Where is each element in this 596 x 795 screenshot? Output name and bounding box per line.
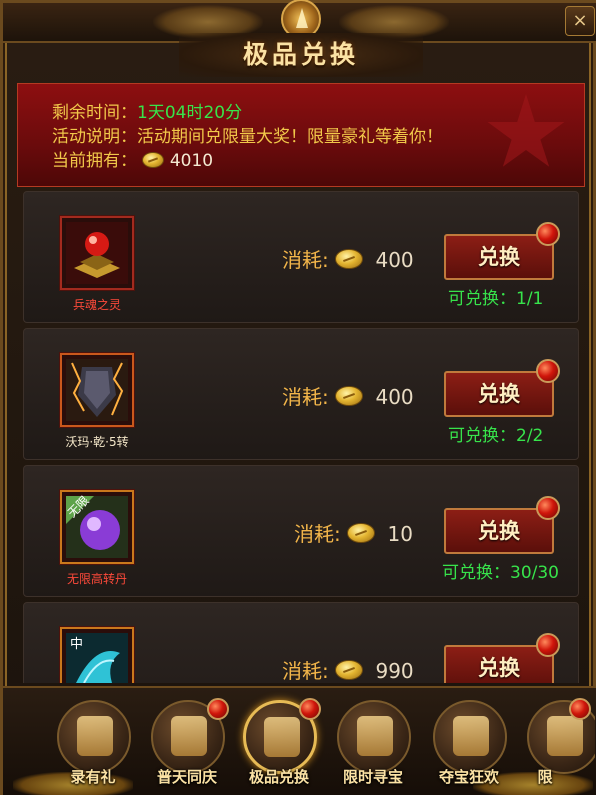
notification-dot-icon bbox=[569, 698, 591, 720]
description-value: 活动期间兑限量大奖！限量豪礼等着你！ bbox=[137, 127, 443, 147]
nav-item-treasure-hunt[interactable]: 限时寻宝 bbox=[327, 696, 419, 795]
item-name: 兵魂之灵 bbox=[72, 298, 121, 312]
gift-bag-icon bbox=[57, 700, 131, 774]
cost-display: 消耗: 990 bbox=[282, 655, 414, 683]
cost-label: 消耗: bbox=[282, 385, 329, 409]
item-slot[interactable] bbox=[60, 353, 134, 427]
nav-label: 普天同庆 bbox=[156, 768, 217, 786]
cost-label: 消耗: bbox=[294, 522, 341, 546]
notification-dot-icon bbox=[299, 698, 321, 720]
cost-value: 990 bbox=[375, 659, 414, 683]
description-line: 活动说明：活动期间兑限量大奖！限量豪礼等着你！ bbox=[52, 122, 443, 147]
nav-label: 限时寻宝 bbox=[342, 768, 403, 786]
cost-label: 消耗: bbox=[282, 659, 329, 683]
cost-label: 消耗: bbox=[282, 248, 329, 272]
notification-dot-icon bbox=[536, 633, 560, 657]
cost-value: 400 bbox=[375, 248, 414, 272]
remaining-count: 可兑换：1/1 bbox=[448, 289, 544, 309]
info-panel: 剩余时间：1天04时20分 活动说明：活动期间兑限量大奖！限量豪礼等着你！ 当前… bbox=[17, 83, 585, 187]
treasure-chest-icon bbox=[337, 700, 411, 774]
remaining-count: 可兑换：30/30 bbox=[442, 563, 559, 583]
remaining-count: 可兑换：2/2 bbox=[448, 426, 544, 446]
gold-coin-icon bbox=[335, 660, 364, 680]
gold-coin-icon bbox=[335, 249, 364, 269]
title-plate: 极品兑换 bbox=[179, 33, 423, 77]
treasure-altar-icon bbox=[66, 222, 128, 284]
activity-nav-bar: 录有礼 普天同庆 极品兑换 限时寻宝 夺宝狂欢 限 bbox=[3, 686, 596, 795]
notification-dot-icon bbox=[536, 359, 560, 383]
item-name: 无限高转丹 bbox=[66, 572, 127, 586]
notification-dot-icon bbox=[207, 698, 229, 720]
remaining-time-line: 剩余时间：1天04时20分 bbox=[52, 98, 242, 123]
nav-item-limited[interactable]: 限 bbox=[517, 696, 595, 795]
cost-display: 消耗: 400 bbox=[282, 381, 414, 410]
owned-label: 当前拥有： bbox=[52, 151, 137, 171]
exchange-list[interactable]: 兵魂之灵 消耗: 400 兑换 可兑换：1/1 沃玛·乾·5转 消耗: 400 … bbox=[17, 189, 585, 683]
cost-display: 消耗: 400 bbox=[282, 244, 414, 273]
gold-coin-icon bbox=[347, 523, 376, 543]
owned-line: 当前拥有： 4010 bbox=[52, 146, 213, 171]
nav-label: 录有礼 bbox=[70, 768, 116, 786]
dice-icon bbox=[433, 700, 507, 774]
nav-item-exchange[interactable]: 极品兑换 bbox=[233, 696, 325, 795]
cost-display: 消耗: 10 bbox=[294, 518, 413, 547]
notification-dot-icon bbox=[536, 496, 560, 520]
nav-item-carnival[interactable]: 夺宝狂欢 bbox=[423, 696, 515, 795]
exchange-row: 无限 无限高转丹 消耗: 10 兑换 可兑换：30/30 bbox=[23, 465, 579, 597]
nav-item-celebration[interactable]: 普天同庆 bbox=[141, 696, 233, 795]
nav-item-login-gift[interactable]: 录有礼 bbox=[47, 696, 139, 795]
nav-label: 极品兑换 bbox=[248, 768, 309, 786]
close-button[interactable]: × bbox=[565, 6, 595, 36]
cost-value: 10 bbox=[387, 522, 413, 546]
mid-badge: 中 bbox=[70, 637, 84, 652]
item-slot[interactable] bbox=[60, 216, 134, 290]
notification-dot-icon bbox=[536, 222, 560, 246]
item-slot[interactable]: 中 bbox=[60, 627, 134, 683]
lightning-armor-icon bbox=[66, 359, 128, 421]
gold-coin-icon bbox=[335, 386, 364, 406]
gold-coin-icon bbox=[142, 152, 165, 168]
nav-label: 限 bbox=[537, 768, 553, 786]
remaining-time-label: 剩余时间： bbox=[52, 103, 137, 123]
cost-value: 400 bbox=[375, 385, 414, 409]
nav-label: 夺宝狂欢 bbox=[438, 768, 499, 786]
item-slot[interactable]: 无限 bbox=[60, 490, 134, 564]
description-label: 活动说明： bbox=[52, 127, 137, 147]
remaining-time-value: 1天04时20分 bbox=[137, 103, 243, 123]
exchange-row: 中 消耗: 990 兑换 bbox=[23, 602, 579, 683]
page-title: 极品兑换 bbox=[242, 40, 359, 69]
owned-value: 4010 bbox=[169, 151, 214, 171]
exchange-row: 沃玛·乾·5转 消耗: 400 兑换 可兑换：2/2 bbox=[23, 328, 579, 460]
item-name: 沃玛·乾·5转 bbox=[65, 435, 129, 449]
exchange-window: × 极品兑换 剩余时间：1天04时20分 活动说明：活动期间兑限量大奖！限量豪礼… bbox=[0, 0, 596, 795]
exchange-row: 兵魂之灵 消耗: 400 兑换 可兑换：1/1 bbox=[23, 191, 579, 323]
